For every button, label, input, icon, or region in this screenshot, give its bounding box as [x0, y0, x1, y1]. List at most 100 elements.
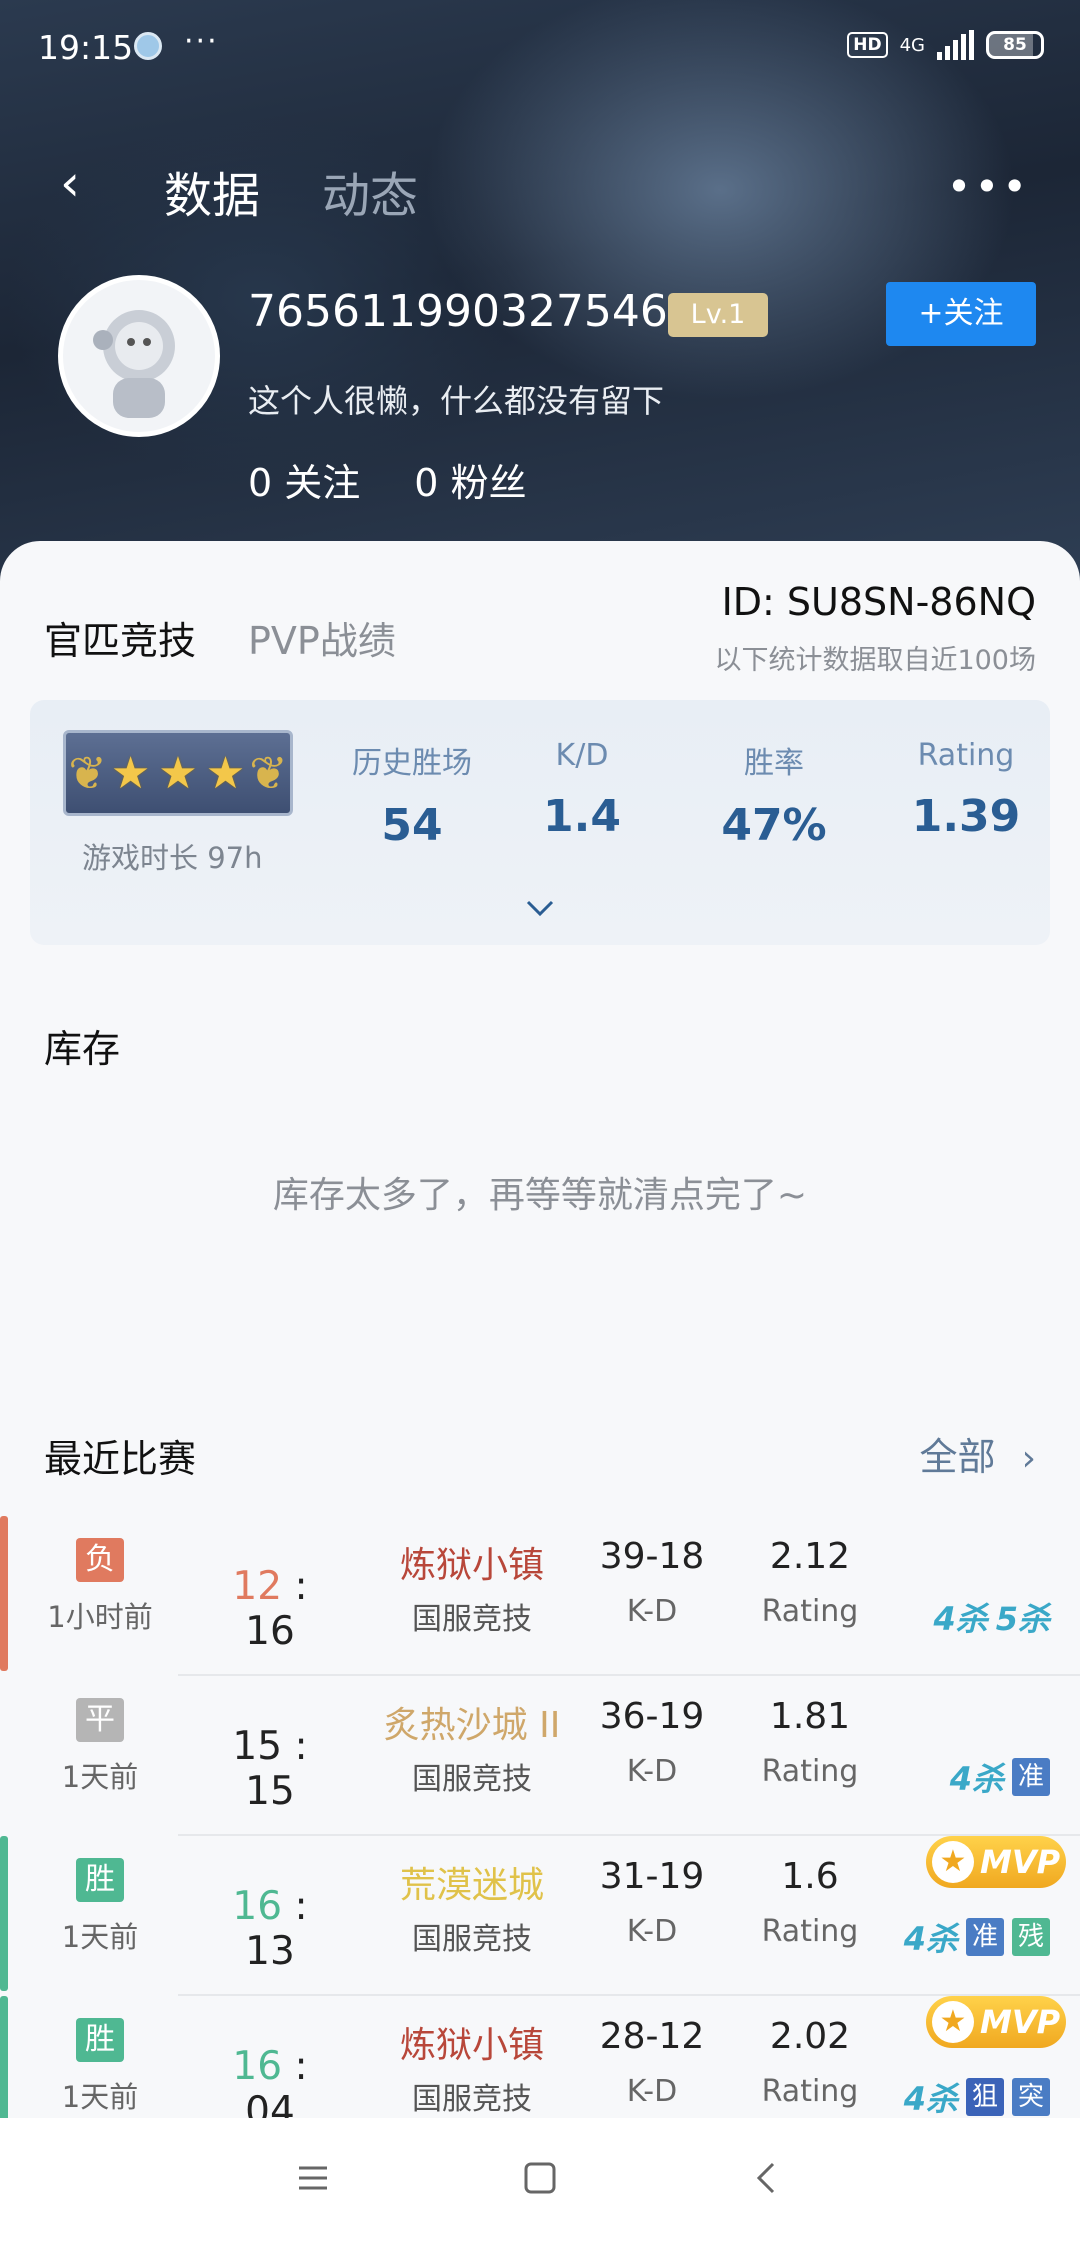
score-opponent: 13	[245, 1929, 295, 1974]
match-row[interactable]: 胜 1天前 16 : 13 荒漠迷城 国服竞技 31-19 K-D 1.6 Ra…	[0, 1836, 1080, 1996]
match-badges: 4杀 狙 突	[904, 2074, 1050, 2120]
mvp-label: MVP	[979, 2003, 1061, 2041]
stat-value: 54	[381, 800, 443, 851]
recent-matches-title: 最近比赛	[44, 1437, 197, 1481]
clutch-badge: 残	[1012, 1918, 1050, 1956]
more-options-icon[interactable]: •••	[947, 162, 1030, 211]
tab-activity[interactable]: 动态	[322, 156, 418, 226]
stat-rating: Rating 1.39	[876, 738, 1056, 842]
match-map: 炼狱小镇	[399, 2025, 544, 2066]
match-rating: 2.02	[769, 2016, 851, 2057]
match-mode: 国服竞技	[412, 1762, 532, 1797]
match-rating: 1.81	[769, 1696, 851, 1737]
stat-label: Rating	[917, 738, 1015, 773]
kd-label: K-D	[626, 1594, 678, 1629]
rating-label: Rating	[761, 1914, 859, 1949]
kd-label: K-D	[626, 2074, 678, 2109]
mvp-label: MVP	[979, 1843, 1061, 1881]
score-team: 16	[232, 2044, 283, 2089]
score-opponent: 15	[245, 1769, 295, 1814]
stat-label: 胜率	[744, 746, 804, 781]
match-row[interactable]: 平 1天前 15 : 15 炙热沙城 II 国服竞技 36-19 K-D 1.8…	[0, 1676, 1080, 1836]
result-badge: 胜	[76, 2018, 124, 2062]
match-mode: 国服竞技	[412, 2082, 532, 2117]
mvp-badge: ★ MVP	[926, 1836, 1066, 1888]
home-icon[interactable]	[520, 2158, 560, 2208]
kd-label: K-D	[626, 1914, 678, 1949]
match-kd: 28-12	[599, 2016, 705, 2057]
match-time: 1天前	[61, 2080, 139, 2114]
playtime: 游戏时长 97h	[82, 841, 263, 875]
view-all-link[interactable]: 全部 ›	[919, 1426, 1036, 1481]
tab-pvp-record[interactable]: PVP战绩	[248, 610, 396, 665]
mvp-star-icon: ★	[931, 1841, 974, 1883]
accuracy-badge: 准	[1012, 1758, 1050, 1796]
match-badges: 4杀 准	[950, 1754, 1050, 1800]
inventory-message: 库存太多了，再等等就清点完了~	[272, 1175, 808, 1216]
app-notification-icon	[134, 32, 162, 60]
stat-kd: K/D 1.4	[492, 738, 672, 842]
match-badges: 4杀 5杀	[933, 1594, 1050, 1640]
result-badge: 胜	[76, 1858, 124, 1902]
tab-data[interactable]: 数据	[164, 156, 260, 226]
stat-wins: 历史胜场 54	[322, 738, 502, 851]
rating-label: Rating	[761, 2074, 859, 2109]
match-badges: 4杀 准 残	[904, 1914, 1050, 1960]
account-id: ID: SU8SN-86NQ	[721, 580, 1036, 624]
match-kd: 36-19	[599, 1696, 705, 1737]
avatar[interactable]	[58, 275, 220, 437]
score-team: 12	[232, 1564, 283, 1609]
fans-stat[interactable]: 0 粉丝	[414, 452, 526, 507]
following-label: 关注	[284, 461, 361, 505]
match-score: 16 : 13	[232, 1884, 308, 1974]
kd-label: K-D	[626, 1754, 678, 1789]
match-score: 12 : 16	[232, 1564, 308, 1654]
following-count: 0	[248, 461, 273, 505]
signal-icon	[937, 30, 974, 60]
four-kill-badge: 4杀	[903, 2080, 958, 2118]
expand-chevron-icon[interactable]	[522, 890, 558, 926]
system-nav-bar	[0, 2118, 1080, 2248]
result-badge: 负	[76, 1538, 124, 1582]
match-map: 炼狱小镇	[399, 1545, 544, 1586]
match-row[interactable]: 负 1小时前 12 : 16 炼狱小镇 国服竞技 39-18 K-D 2.12 …	[0, 1516, 1080, 1676]
fans-label: 粉丝	[450, 461, 527, 505]
mvp-badge: ★ MVP	[926, 1996, 1066, 2048]
mvp-star-icon: ★	[931, 2001, 974, 2043]
stat-value: 1.39	[911, 791, 1021, 842]
chevron-right-icon: ›	[1021, 1438, 1036, 1479]
rank-badge-icon: ❦ ★ ★ ★ ❦	[63, 730, 293, 816]
match-time: 1小时前	[47, 1600, 153, 1634]
rating-label: Rating	[761, 1594, 859, 1629]
status-icons: HD 4G 85	[847, 30, 1044, 60]
match-time: 1天前	[61, 1920, 139, 1954]
view-all-label: 全部	[919, 1435, 996, 1479]
match-mode: 国服竞技	[412, 1602, 532, 1637]
follow-button[interactable]: +关注	[886, 282, 1036, 346]
rating-label: Rating	[761, 1754, 859, 1789]
four-kill-badge: 4杀	[949, 1760, 1004, 1798]
battery-icon: 85	[986, 31, 1044, 59]
nav-back-icon[interactable]	[747, 2158, 787, 2208]
five-kill-badge: 5杀	[995, 1600, 1050, 1638]
tab-official-match[interactable]: 官匹竞技	[44, 610, 196, 665]
stat-label: K/D	[555, 738, 609, 773]
match-kd: 31-19	[599, 1856, 705, 1897]
stat-value: 47%	[721, 800, 827, 851]
inventory-title: 库存	[44, 1027, 121, 1071]
match-rating: 1.6	[781, 1856, 839, 1897]
four-kill-badge: 4杀	[903, 1920, 958, 1958]
stat-label: 历史胜场	[352, 746, 472, 781]
stat-value: 1.4	[543, 791, 621, 842]
following-stat[interactable]: 0 关注	[248, 452, 360, 507]
score-opponent: 16	[245, 1609, 295, 1654]
back-icon[interactable]: ‹	[60, 158, 100, 208]
menu-icon[interactable]	[293, 2158, 333, 2208]
match-rating: 2.12	[769, 1536, 851, 1577]
status-time: 19:15	[38, 28, 134, 67]
stats-note: 以下统计数据取自近100场	[714, 645, 1036, 676]
score-team: 16	[232, 1884, 283, 1929]
four-kill-badge: 4杀	[933, 1600, 988, 1638]
result-badge: 平	[76, 1698, 124, 1742]
more-notifications-icon: ···	[184, 24, 219, 59]
